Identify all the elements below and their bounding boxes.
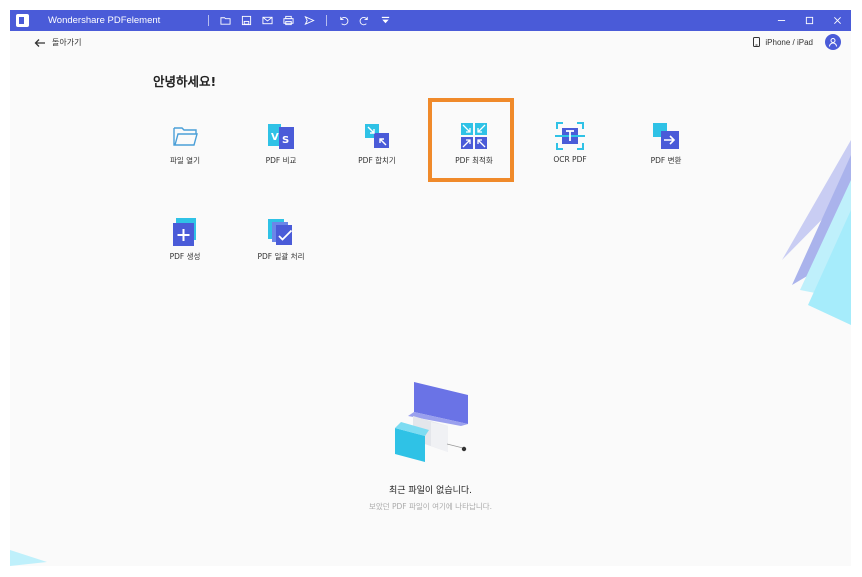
iphone-ipad-button[interactable]: iPhone / iPad	[753, 37, 813, 47]
vs-compare-icon: V S	[268, 124, 294, 149]
tile-pdf-create[interactable]: PDF 생성	[139, 202, 231, 272]
tile-label: PDF 합치기	[358, 156, 396, 165]
close-icon[interactable]	[823, 10, 851, 31]
title-bar: Wondershare PDFelement	[10, 10, 851, 31]
ocr-icon	[555, 122, 585, 150]
toolbar-separator	[326, 15, 328, 26]
svg-text:V: V	[271, 132, 279, 143]
empty-state-title: 최근 파일이 없습니다.	[388, 486, 473, 496]
tile-pdf-batch[interactable]: PDF 일괄 처리	[235, 202, 327, 272]
arrow-left-icon	[34, 38, 45, 47]
empty-state-subtitle: 보았던 PDF 파일이 여기에 나타납니다.	[368, 502, 493, 511]
empty-state-illustration	[395, 382, 468, 462]
decorative-corner-shape	[10, 550, 47, 566]
back-button[interactable]: 돌아가기	[34, 37, 81, 48]
undo-icon[interactable]	[336, 13, 351, 28]
maximize-icon[interactable]	[795, 10, 823, 31]
tile-label: PDF 생성	[169, 252, 201, 261]
tile-pdf-compare[interactable]: V S PDF 비교	[235, 106, 327, 176]
dropdown-icon[interactable]	[378, 13, 393, 28]
redo-icon[interactable]	[357, 13, 372, 28]
app-title: Wondershare PDFelement	[48, 15, 161, 26]
folder-icon[interactable]	[218, 13, 233, 28]
tile-pdf-convert[interactable]: PDF 변환	[620, 106, 712, 176]
convert-icon	[653, 123, 679, 149]
print-icon[interactable]	[281, 13, 296, 28]
decorative-shapes	[782, 140, 851, 325]
tile-open-file[interactable]: 파일 열기	[139, 106, 231, 176]
tile-pdf-combine[interactable]: PDF 합치기	[331, 106, 423, 176]
svg-text:S: S	[282, 135, 289, 146]
app-logo-icon	[16, 14, 29, 27]
app-window: Wondershare PDFelement 돌아가기 iPhone / iPa…	[10, 10, 851, 566]
mail-icon[interactable]	[260, 13, 275, 28]
page-title: 안녕하세요!	[153, 74, 217, 89]
tile-label: 파일 열기	[170, 156, 200, 165]
user-icon	[829, 38, 837, 47]
save-icon[interactable]	[239, 13, 254, 28]
tile-label: OCR PDF	[553, 155, 587, 164]
toolbar-separator	[208, 15, 210, 26]
create-icon	[173, 218, 196, 246]
combine-icon	[365, 124, 389, 148]
device-label: iPhone / iPad	[765, 37, 813, 47]
tile-ocr-pdf[interactable]: OCR PDF	[524, 106, 616, 176]
avatar[interactable]	[825, 34, 841, 50]
tile-label: PDF 일괄 처리	[257, 252, 305, 261]
window-controls	[767, 10, 851, 31]
highlight-box	[428, 98, 514, 182]
batch-icon	[268, 219, 293, 245]
open-folder-icon	[173, 127, 198, 146]
send-icon[interactable]	[302, 13, 317, 28]
minimize-icon[interactable]	[767, 10, 795, 31]
back-label: 돌아가기	[52, 38, 82, 47]
phone-icon	[753, 37, 761, 47]
tile-label: PDF 변환	[650, 156, 682, 165]
tile-label: PDF 비교	[265, 156, 297, 165]
